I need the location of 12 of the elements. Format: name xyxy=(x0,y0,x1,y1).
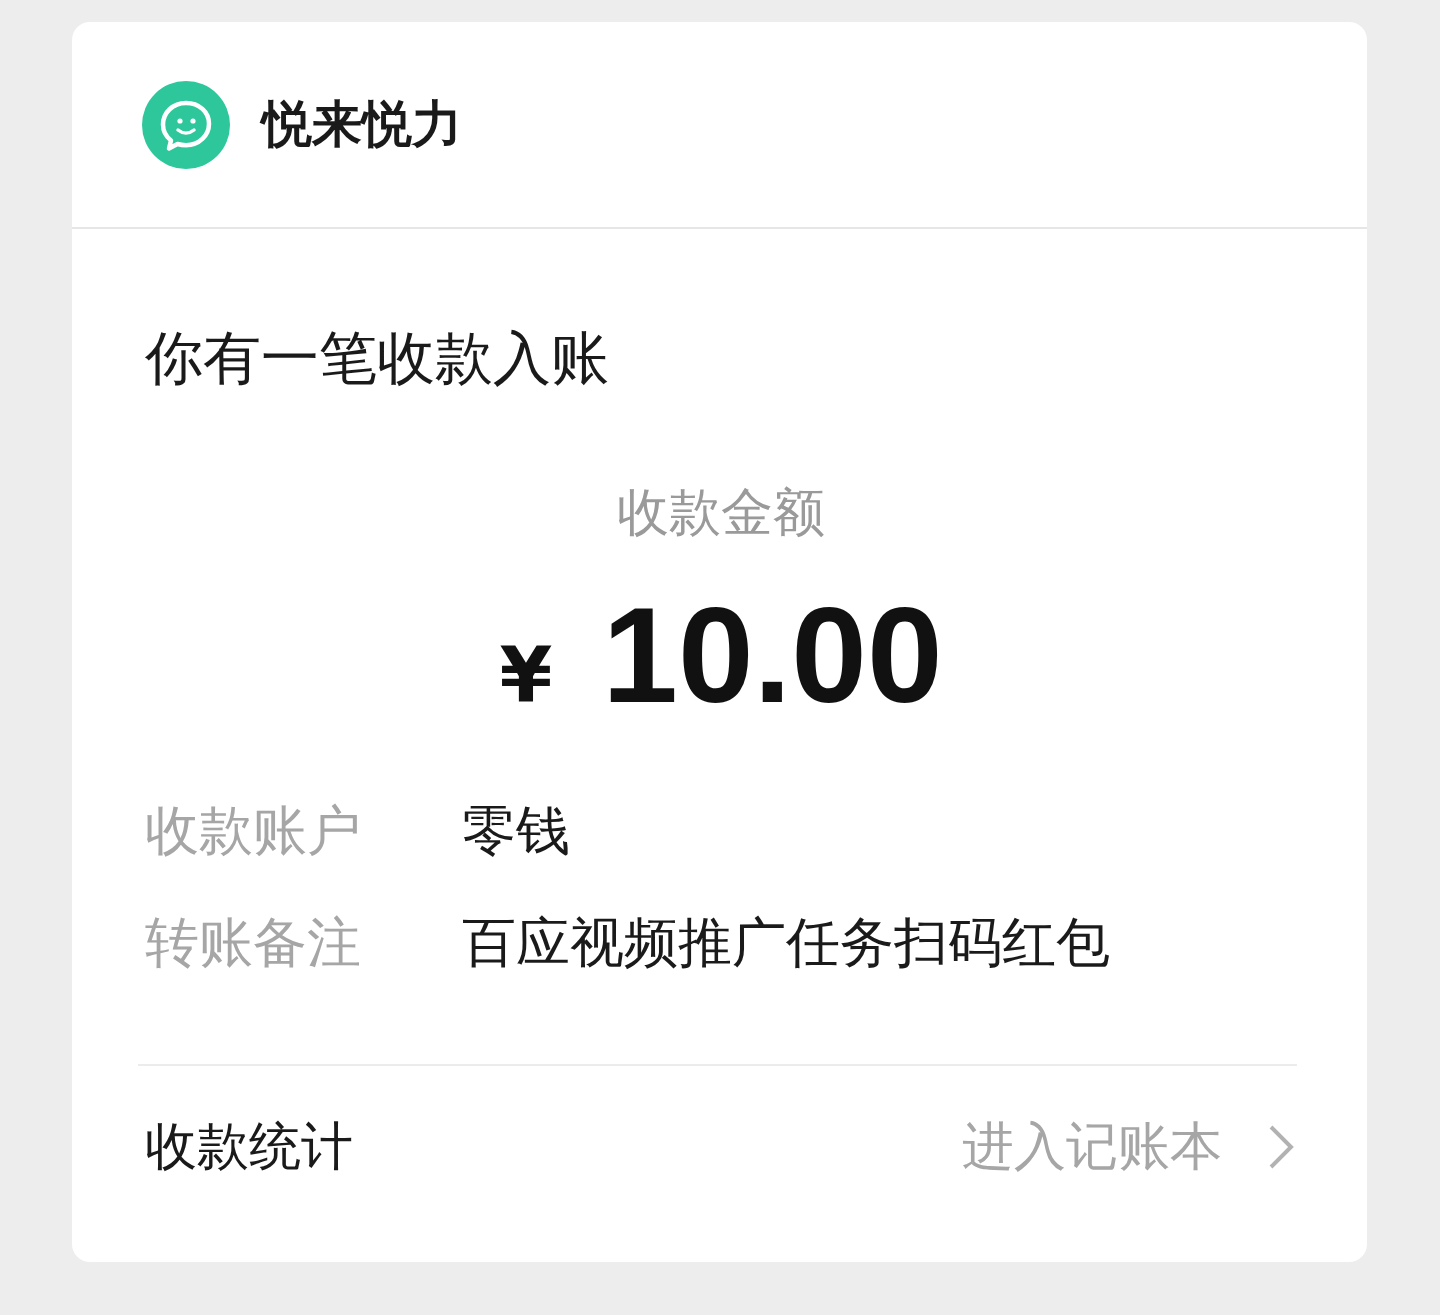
ledger-link[interactable]: 进入记账本 xyxy=(962,1112,1222,1182)
stats-label: 收款统计 xyxy=(145,1115,353,1178)
currency-symbol: ¥ xyxy=(499,630,553,722)
chat-bubble-icon xyxy=(142,80,230,169)
detail-value: 百应视频推广任务扫码红包 xyxy=(462,910,1110,976)
detail-label: 转账备注 xyxy=(145,910,362,976)
amount-value: 10.00 xyxy=(602,585,943,725)
detail-label: 收款账户 xyxy=(145,798,362,864)
amount-label: 收款金额 xyxy=(616,481,826,544)
notice-title: 你有一笔收款入账 xyxy=(145,323,610,394)
detail-value: 零钱 xyxy=(462,798,570,864)
chevron-right-icon[interactable] xyxy=(1268,1124,1294,1170)
